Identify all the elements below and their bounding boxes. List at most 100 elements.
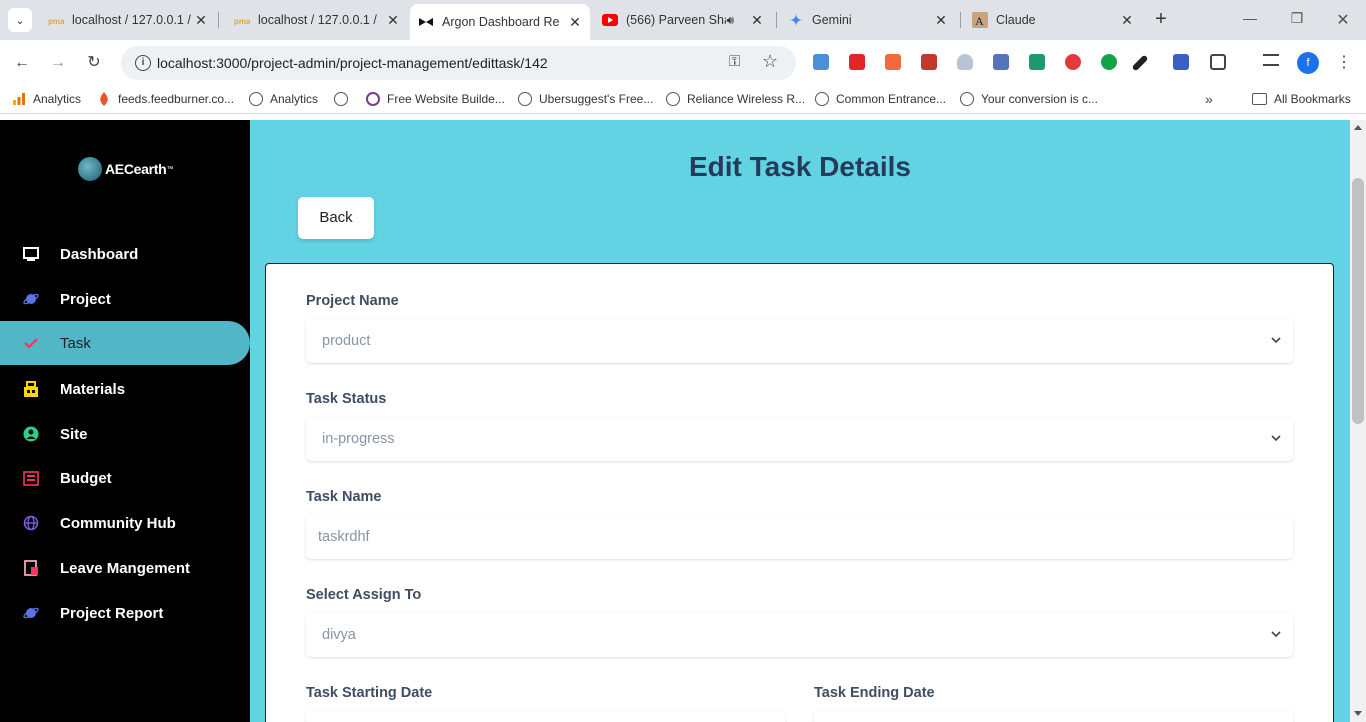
globe-icon bbox=[249, 92, 263, 106]
bookmark-item[interactable]: Common Entrance... bbox=[815, 92, 946, 106]
bookmarks-bar: Analytics feeds.feedburner.co... Analyti… bbox=[0, 86, 1366, 114]
extension-icon[interactable] bbox=[1173, 54, 1189, 70]
maximize-icon[interactable]: ❐ bbox=[1287, 10, 1307, 27]
bookmark-item[interactable]: Free Website Builde... bbox=[366, 92, 505, 106]
close-icon[interactable]: ✕ bbox=[384, 12, 402, 29]
profile-avatar[interactable]: f bbox=[1297, 52, 1319, 74]
page-viewport: AECearth ™ Dashboard Project Task Materi… bbox=[0, 120, 1366, 722]
close-icon[interactable]: ✕ bbox=[1118, 12, 1136, 29]
start-date-label: Task Starting Date bbox=[306, 685, 433, 701]
sidebar-item-materials[interactable]: Materials bbox=[0, 367, 250, 411]
close-icon[interactable]: ✕ bbox=[932, 12, 950, 29]
end-date-input[interactable] bbox=[814, 711, 1293, 722]
task-name-label: Task Name bbox=[306, 489, 382, 505]
sidebar-item-community-hub[interactable]: Community Hub bbox=[0, 501, 250, 545]
bookmark-item[interactable]: Analytics bbox=[249, 92, 318, 106]
bookmark-item[interactable]: Your conversion is c... bbox=[960, 92, 1098, 106]
sidebar-item-dashboard[interactable]: Dashboard bbox=[0, 232, 250, 276]
browser-tab-active[interactable]: Argon Dashboard Re ✕ bbox=[410, 4, 590, 40]
monitor-icon bbox=[23, 246, 39, 262]
task-name-input[interactable]: taskrdhf bbox=[306, 515, 1293, 559]
scroll-up-arrow-icon[interactable] bbox=[1354, 125, 1362, 130]
back-arrow-icon[interactable]: ← bbox=[12, 53, 32, 73]
site-info-icon[interactable]: i bbox=[135, 55, 151, 71]
extension-icon[interactable] bbox=[1029, 54, 1045, 70]
extension-icon[interactable] bbox=[993, 54, 1009, 70]
all-bookmarks-button[interactable]: All Bookmarks bbox=[1252, 92, 1351, 106]
svg-text:pma: pma bbox=[234, 17, 250, 26]
back-button[interactable]: Back bbox=[298, 197, 374, 239]
globe-icon bbox=[334, 92, 348, 106]
close-icon[interactable]: ✕ bbox=[748, 12, 766, 29]
sidebar-item-site[interactable]: Site bbox=[0, 412, 250, 456]
bookmark-item[interactable]: Ubersuggest's Free... bbox=[518, 92, 653, 106]
grammarly-extension-icon[interactable] bbox=[1101, 54, 1117, 70]
browser-tab[interactable]: pma localhost / 127.0.0.1 / ✕ bbox=[226, 5, 408, 35]
project-name-select[interactable]: product bbox=[306, 319, 1293, 363]
sidebar-item-leave-management[interactable]: Leave Mangement bbox=[0, 546, 250, 590]
phpmyadmin-icon: pma bbox=[234, 12, 250, 28]
extension-icon[interactable] bbox=[885, 54, 901, 70]
sidebar-item-task[interactable]: Task bbox=[0, 321, 250, 365]
address-bar[interactable]: i localhost:3000/project-admin/project-m… bbox=[121, 46, 796, 80]
bookmark-item[interactable]: Analytics bbox=[12, 92, 81, 106]
budget-icon bbox=[23, 470, 39, 486]
bookmark-item[interactable]: Reliance Wireless R... bbox=[666, 92, 805, 106]
bookmark-item[interactable] bbox=[334, 92, 355, 106]
task-status-label: Task Status bbox=[306, 391, 387, 407]
extensions-puzzle-icon[interactable] bbox=[1210, 54, 1226, 70]
browser-tab[interactable]: pma localhost / 127.0.0.1 / ✕ bbox=[40, 5, 216, 35]
translate-extension-icon[interactable] bbox=[813, 54, 829, 70]
bookmark-item[interactable]: feeds.feedburner.co... bbox=[97, 92, 234, 106]
browser-tab[interactable]: (566) Parveen Sha 🔊︎ ✕ bbox=[594, 5, 772, 35]
speaker-icon[interactable]: 🔊︎ bbox=[726, 13, 734, 28]
chevron-down-icon bbox=[1271, 435, 1281, 442]
task-status-select[interactable]: in-progress bbox=[306, 417, 1293, 461]
password-key-icon[interactable]: ⚿ bbox=[729, 53, 740, 70]
url-text[interactable]: localhost:3000/project-admin/project-man… bbox=[157, 55, 548, 71]
browser-tab[interactable]: Gemini ✕ bbox=[780, 5, 956, 35]
main-content: Edit Task Details Back Project Name prod… bbox=[250, 120, 1350, 722]
assign-to-select[interactable]: divya bbox=[306, 613, 1293, 657]
extension-icon[interactable] bbox=[849, 54, 865, 70]
sidebar-item-project-report[interactable]: Project Report bbox=[0, 591, 250, 635]
start-date-input[interactable] bbox=[306, 711, 785, 722]
globe-icon bbox=[666, 92, 680, 106]
adblock-extension-icon[interactable] bbox=[1065, 54, 1081, 70]
svg-text:A: A bbox=[975, 14, 984, 28]
close-icon[interactable]: ✕ bbox=[566, 14, 584, 31]
browser-tab[interactable]: A Claude ✕ bbox=[964, 5, 1142, 35]
new-tab-button[interactable]: + bbox=[1150, 9, 1172, 31]
menu-kebab-icon[interactable]: ⋮ bbox=[1336, 52, 1352, 72]
app-logo[interactable]: AECearth ™ bbox=[78, 157, 173, 181]
leave-icon bbox=[23, 560, 39, 576]
eyedropper-extension-icon[interactable] bbox=[1131, 54, 1149, 72]
project-name-label: Project Name bbox=[306, 293, 399, 309]
page-scrollbar[interactable] bbox=[1350, 120, 1366, 722]
tab-search-button[interactable]: ⌄ bbox=[8, 8, 32, 32]
extension-icon[interactable] bbox=[921, 54, 937, 70]
page-title: Edit Task Details bbox=[688, 151, 911, 182]
edit-task-form: Project Name product Task Status in-prog… bbox=[265, 263, 1334, 722]
ring-icon bbox=[366, 92, 380, 106]
sidebar-item-project[interactable]: Project bbox=[0, 277, 250, 321]
chevron-double-right-icon[interactable]: » bbox=[1205, 91, 1213, 107]
scroll-down-arrow-icon[interactable] bbox=[1354, 711, 1362, 716]
forward-arrow-icon[interactable]: → bbox=[48, 53, 68, 73]
bookmark-star-icon[interactable]: ☆ bbox=[762, 51, 778, 72]
planet-icon bbox=[23, 605, 39, 621]
shield-extension-icon[interactable] bbox=[957, 54, 973, 70]
scrollbar-thumb[interactable] bbox=[1352, 178, 1364, 424]
reload-icon[interactable]: ↻ bbox=[84, 53, 104, 73]
folder-icon bbox=[1252, 93, 1267, 105]
close-icon[interactable]: ✕ bbox=[192, 12, 210, 29]
sidebar: AECearth ™ Dashboard Project Task Materi… bbox=[0, 120, 250, 722]
gemini-icon bbox=[788, 12, 804, 28]
globe-icon bbox=[960, 92, 974, 106]
media-control-icon[interactable] bbox=[1263, 54, 1279, 66]
analytics-icon bbox=[12, 92, 26, 106]
minimize-icon[interactable]: — bbox=[1240, 10, 1260, 26]
globe-icon bbox=[815, 92, 829, 106]
sidebar-item-budget[interactable]: Budget bbox=[0, 456, 250, 500]
window-close-icon[interactable]: ✕ bbox=[1333, 10, 1353, 30]
